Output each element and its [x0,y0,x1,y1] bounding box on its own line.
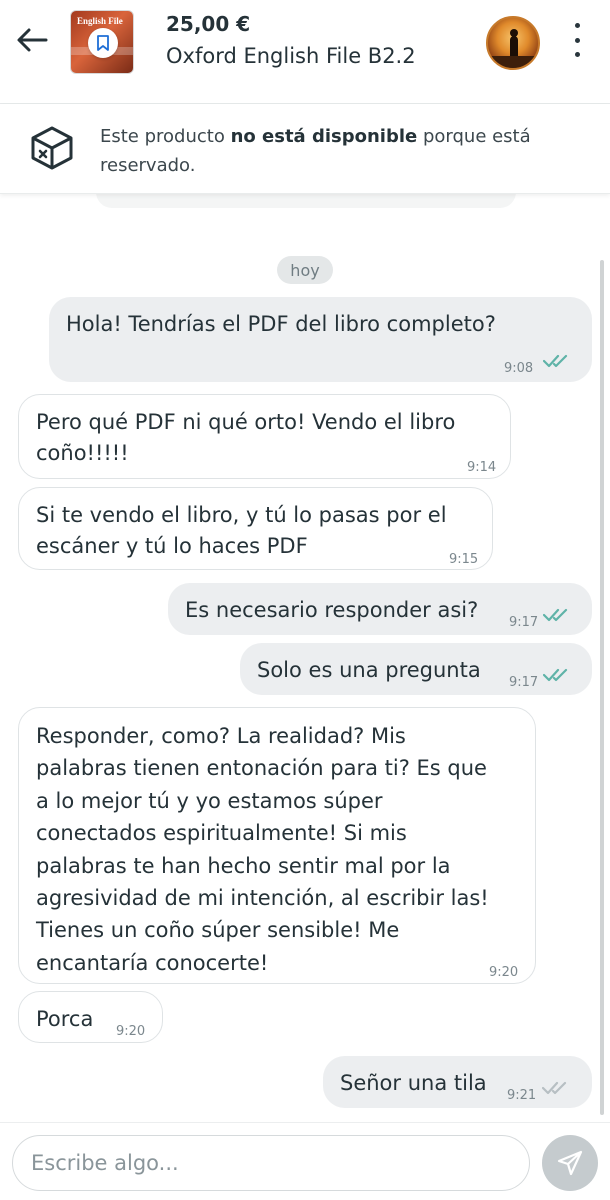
notice-before: Este producto [100,126,231,147]
message-time: 9:21 [507,1088,537,1103]
more-vertical-icon-dot [574,52,580,57]
message-text: Si te vendo el libro, y tú lo pasas por … [36,503,447,558]
message-time: 9:14 [467,460,497,475]
seller-avatar[interactable] [486,16,540,70]
product-title[interactable]: Oxford English File B2.2 [166,44,416,68]
cover-title: English File [77,16,123,26]
double-check-icon [543,668,568,682]
arrow-left-icon [17,28,48,52]
unavailable-notice: Este producto no está disponible porque … [0,104,610,194]
send-button[interactable] [542,1135,598,1191]
message-text: Pero qué PDF ni qué orto! Vendo el libro… [36,410,456,465]
message-bubble[interactable]: Si te vendo el libro, y tú lo pasas por … [18,487,493,570]
avatar-ground [488,56,538,68]
box-unavailable-icon [31,126,73,170]
message-text: Hola! Tendrías el PDF del libro completo… [66,312,496,336]
message-time: 9:17 [509,675,539,690]
message-time: 9:20 [489,965,519,980]
message-text: Responder, como? La realidad? Mis palabr… [36,724,489,975]
message-bubble[interactable]: Pero qué PDF ni qué orto! Vendo el libro… [18,394,511,479]
double-check-icon [543,608,568,622]
message-composer [0,1122,610,1200]
more-vertical-icon-dot [574,37,580,43]
message-time: 9:15 [449,552,479,567]
message-bubble[interactable]: Solo es una pregunta 9:17 [240,643,592,695]
message-text: Solo es una pregunta [257,658,481,682]
send-icon [557,1150,583,1176]
chat-scrollbar[interactable] [600,260,604,1115]
message-bubble[interactable]: Porca 9:20 [18,991,163,1043]
message-bubble[interactable]: Es necesario responder asi? 9:17 [168,583,592,635]
chat-header: English File 25,00 € Oxford English File… [0,0,610,104]
bookmark-button[interactable] [88,28,118,58]
product-price: 25,00 € [166,12,251,36]
message-bubble[interactable]: Responder, como? La realidad? Mis palabr… [18,707,536,984]
day-separator: hoy [277,256,333,284]
message-text: Es necesario responder asi? [185,598,479,622]
message-input[interactable] [12,1135,530,1191]
double-check-icon [542,1081,567,1095]
notice-bold: no está disponible [230,126,418,147]
notice-text: Este producto no está disponible porque … [100,122,580,180]
message-time: 9:08 [504,361,534,376]
bookmark-icon [97,35,109,51]
message-text: Porca [36,1007,94,1031]
message-bubble[interactable]: Señor una tila 9:21 [323,1056,592,1108]
more-vertical-icon [574,23,580,28]
double-check-icon [543,354,568,368]
message-time: 9:17 [509,615,539,630]
message-text: Señor una tila [340,1071,487,1095]
back-button[interactable] [14,24,50,56]
more-options-button[interactable] [562,20,592,60]
message-time: 9:20 [116,1024,146,1039]
message-bubble[interactable]: Hola! Tendrías el PDF del libro completo… [49,297,592,382]
